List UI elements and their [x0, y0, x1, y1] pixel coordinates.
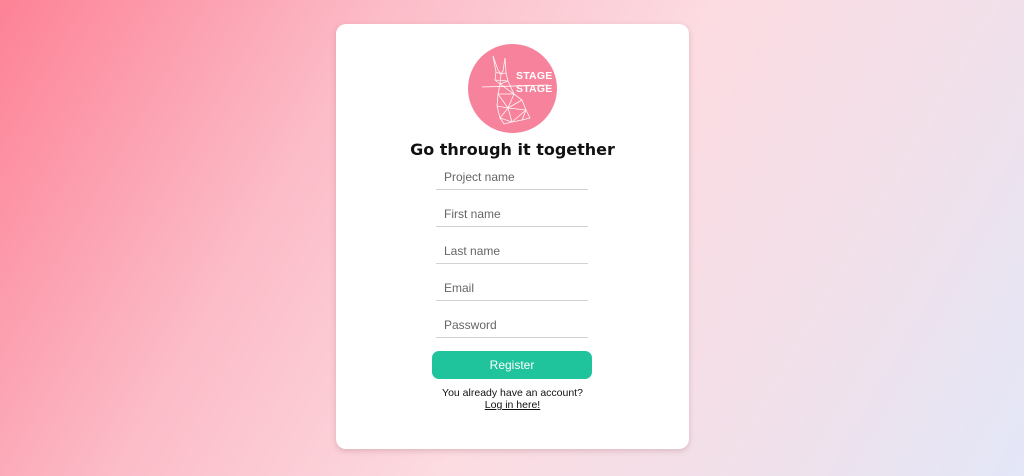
login-link[interactable]: Log in here!	[485, 399, 540, 411]
first-name-field[interactable]	[436, 201, 588, 227]
register-card: STAGE STAGE Go through it together Regis…	[336, 24, 689, 449]
last-name-field[interactable]	[436, 238, 588, 264]
email-field[interactable]	[436, 275, 588, 301]
logo-text-top: STAGE	[516, 70, 553, 82]
register-button[interactable]: Register	[432, 351, 592, 379]
page-title: Go through it together	[410, 140, 615, 159]
password-field[interactable]	[436, 312, 588, 338]
account-prompt: You already have an account?	[442, 387, 583, 399]
login-link-container: Log in here!	[336, 399, 689, 411]
stage-logo: STAGE STAGE	[468, 44, 557, 133]
logo-text-bottom: STAGE	[516, 83, 553, 95]
project-name-field[interactable]	[436, 164, 588, 190]
